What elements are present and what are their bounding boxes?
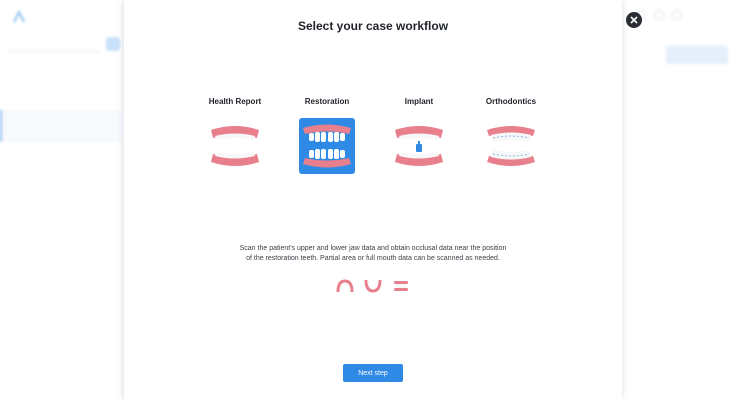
background-list-item [0, 142, 124, 174]
workflow-orthodontics[interactable]: Orthodontics [471, 96, 551, 174]
workflow-label: Implant [404, 97, 434, 106]
background-list-item [0, 334, 124, 366]
upper-jaw-icon[interactable] [336, 279, 354, 293]
background-list-item [0, 238, 124, 270]
background-search [8, 38, 100, 52]
background-list-item [0, 110, 124, 142]
background-right-panel [622, 0, 734, 399]
close-icon[interactable] [626, 12, 642, 28]
background-top-icons [636, 10, 682, 20]
workflow-label: Restoration [304, 97, 350, 106]
workflow-modal: Select your case workflow Health Report … [124, 0, 622, 399]
background-add-icon [106, 37, 120, 51]
background-case-list [0, 78, 124, 366]
workflow-health-report[interactable]: Health Report [195, 96, 275, 174]
background-sidebar [0, 0, 124, 399]
restoration-teeth-icon [299, 118, 355, 174]
workflow-restoration[interactable]: Restoration [287, 96, 367, 174]
background-icon [672, 10, 682, 20]
background-list-item [0, 78, 124, 110]
scan-type-icons [336, 279, 410, 293]
health-report-teeth-icon [207, 118, 263, 174]
workflow-description: Scan the patient's upper and lower jaw d… [239, 245, 507, 262]
background-icon [654, 10, 664, 20]
next-step-button[interactable]: Next step [343, 364, 403, 382]
orthodontics-teeth-icon [483, 118, 539, 174]
implant-teeth-icon [391, 118, 447, 174]
workflow-implant[interactable]: Implant [379, 96, 459, 174]
background-new-case-button [666, 46, 728, 64]
occlusion-icon[interactable] [392, 279, 410, 293]
workflow-options: Health Report Restoration Implant Orthod… [124, 96, 622, 176]
background-list-item [0, 174, 124, 206]
app-logo-icon [13, 10, 25, 23]
background-list-item [0, 206, 124, 238]
background-list-item [0, 270, 124, 302]
lower-jaw-icon[interactable] [364, 279, 382, 293]
workflow-label: Health Report [208, 97, 262, 106]
modal-title: Select your case workflow [297, 19, 449, 33]
workflow-label: Orthodontics [485, 97, 537, 106]
background-list-item [0, 302, 124, 334]
